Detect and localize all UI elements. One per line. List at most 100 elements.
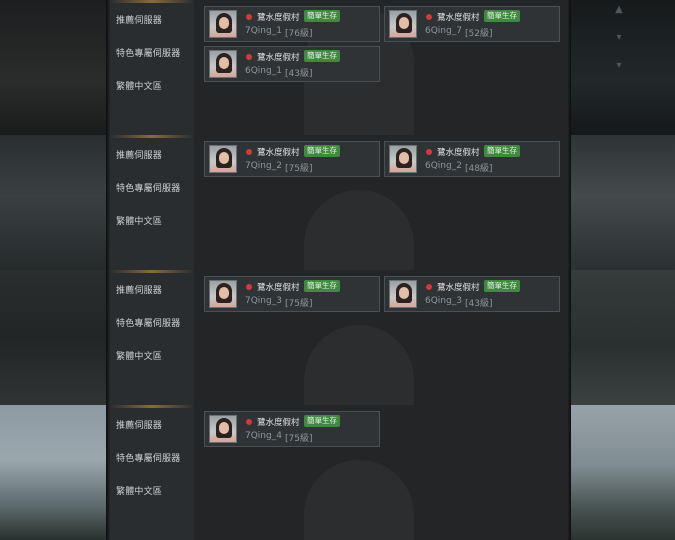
avatar-face	[219, 152, 229, 164]
character-level: [48級]	[465, 164, 493, 174]
character-name: 6Qing_1	[245, 66, 282, 76]
character-avatar-icon	[209, 145, 237, 173]
server-character-card[interactable]: 鷺水度假村 簡單生存 7Qing_1 [76級]	[204, 6, 380, 42]
sidebar-category-item[interactable]: 特色專屬伺服器	[116, 46, 194, 59]
server-panel: 推薦伺服器 特色專屬伺服器 繁體中文區 鷺水度假村 簡單生存 7Qing_1 [76級] 鷺水…	[0, 0, 675, 135]
character-level: [75級]	[285, 434, 313, 444]
sidebar-category-item[interactable]: 繁體中文區	[116, 214, 194, 227]
sidebar-accent-line	[110, 135, 194, 138]
character-avatar-icon	[389, 10, 417, 38]
status-dot-icon	[246, 419, 252, 425]
character-avatar-icon	[209, 280, 237, 308]
server-mode-badge: 簡單生存	[304, 280, 340, 292]
server-mode-badge: 簡單生存	[304, 10, 340, 22]
server-character-card[interactable]: 鷺水度假村 簡單生存 6Qing_2 [48級]	[384, 141, 560, 177]
sidebar-category-item[interactable]: 特色專屬伺服器	[116, 451, 194, 464]
chevron-down-icon: ▾	[616, 32, 622, 43]
character-level: [52級]	[465, 29, 493, 39]
background-scenery-left	[0, 405, 106, 540]
server-character-card[interactable]: 鷺水度假村 簡單生存 7Qing_4 [75級]	[204, 411, 380, 447]
character-name: 6Qing_7	[425, 26, 462, 36]
avatar-face	[399, 287, 409, 299]
background-scenery-left	[0, 0, 106, 135]
server-character-card[interactable]: 鷺水度假村 簡單生存 6Qing_7 [52級]	[384, 6, 560, 42]
character-name: 7Qing_1	[245, 26, 282, 36]
category-sidebar: 推薦伺服器特色專屬伺服器 繁體中文區	[110, 135, 194, 270]
character-name: 7Qing_2	[245, 161, 282, 171]
status-dot-icon	[246, 284, 252, 290]
character-name: 6Qing_2	[425, 161, 462, 171]
avatar-face	[219, 422, 229, 434]
server-panel: 推薦伺服器 特色專屬伺服器 繁體中文區 鷺水度假村 簡單生存 7Qing_3 [75級] 鷺水…	[0, 270, 675, 405]
background-scenery-left	[0, 270, 106, 405]
avatar-face	[219, 17, 229, 29]
character-avatar-icon	[209, 50, 237, 78]
sidebar-accent-line	[110, 0, 194, 3]
server-name: 鷺水度假村	[257, 283, 300, 293]
sidebar-category-item[interactable]: 推薦伺服器	[116, 13, 194, 26]
status-dot-icon	[426, 284, 432, 290]
sidebar-category-item[interactable]: 推薦伺服器	[116, 148, 194, 161]
chevron-down-icon: ▾	[616, 60, 622, 71]
frame-divider-right	[567, 405, 571, 540]
status-dot-icon	[426, 149, 432, 155]
sidebar-category-item[interactable]: 推薦伺服器	[116, 283, 194, 296]
background-scenery-right	[571, 270, 675, 405]
frame-divider-right	[567, 270, 571, 405]
category-sidebar: 推薦伺服器特色專屬伺服器 繁體中文區	[110, 0, 194, 135]
server-character-card[interactable]: 鷺水度假村 簡單生存 7Qing_3 [75級]	[204, 276, 380, 312]
character-level: [75級]	[285, 164, 313, 174]
status-dot-icon	[426, 14, 432, 20]
server-character-card[interactable]: 鷺水度假村 簡單生存 7Qing_2 [75級]	[204, 141, 380, 177]
server-mode-badge: 簡單生存	[304, 415, 340, 427]
background-emblem	[304, 460, 414, 540]
server-name: 鷺水度假村	[257, 148, 300, 158]
server-character-card[interactable]: 鷺水度假村 簡單生存 6Qing_1 [43級]	[204, 46, 380, 82]
sidebar-accent-line	[110, 270, 194, 273]
server-panel: 推薦伺服器 特色專屬伺服器 繁體中文區 鷺水度假村 簡單生存 7Qing_2 [75級] 鷺水…	[0, 135, 675, 270]
server-name: 鷺水度假村	[257, 53, 300, 63]
character-avatar-icon	[389, 280, 417, 308]
server-mode-badge: 簡單生存	[484, 10, 520, 22]
category-sidebar: 推薦伺服器特色專屬伺服器 繁體中文區	[110, 405, 194, 540]
character-level: [43級]	[465, 299, 493, 309]
avatar-face	[399, 17, 409, 29]
status-dot-icon	[246, 149, 252, 155]
frame-divider-right	[567, 0, 571, 135]
server-name: 鷺水度假村	[257, 418, 300, 428]
server-mode-badge: 簡單生存	[304, 145, 340, 157]
server-character-card[interactable]: 鷺水度假村 簡單生存 6Qing_3 [43級]	[384, 276, 560, 312]
sidebar-category-item[interactable]: 特色專屬伺服器	[116, 181, 194, 194]
server-name: 鷺水度假村	[437, 283, 480, 293]
sidebar-category-item[interactable]: 繁體中文區	[116, 349, 194, 362]
character-name: 6Qing_3	[425, 296, 462, 306]
background-emblem	[304, 325, 414, 405]
server-mode-badge: 簡單生存	[484, 145, 520, 157]
server-name: 鷺水度假村	[257, 13, 300, 23]
character-name: 7Qing_4	[245, 431, 282, 441]
sidebar-category-item[interactable]: 特色專屬伺服器	[116, 316, 194, 329]
character-avatar-icon	[209, 10, 237, 38]
status-dot-icon	[246, 14, 252, 20]
server-mode-badge: 簡單生存	[484, 280, 520, 292]
sidebar-category-item[interactable]: 推薦伺服器	[116, 418, 194, 431]
server-name: 鷺水度假村	[437, 148, 480, 158]
background-scenery-right	[571, 135, 675, 270]
sidebar-accent-line	[110, 405, 194, 408]
category-sidebar: 推薦伺服器特色專屬伺服器 繁體中文區	[110, 270, 194, 405]
character-avatar-icon	[209, 415, 237, 443]
avatar-face	[219, 57, 229, 69]
server-mode-badge: 簡單生存	[304, 50, 340, 62]
frame-divider-right	[567, 135, 571, 270]
avatar-face	[399, 152, 409, 164]
background-scenery-right	[571, 405, 675, 540]
sidebar-category-item[interactable]: 繁體中文區	[116, 484, 194, 497]
background-emblem	[304, 190, 414, 270]
server-panel: 推薦伺服器特色專屬伺服器 繁體中文區 鷺水度假村 簡單生存 7Qing_4 [75級]	[0, 405, 675, 540]
server-name: 鷺水度假村	[437, 13, 480, 23]
background-scenery-left	[0, 135, 106, 270]
character-level: [75級]	[285, 299, 313, 309]
avatar-face	[219, 287, 229, 299]
sidebar-category-item[interactable]: 繁體中文區	[116, 79, 194, 92]
character-level: [76級]	[285, 29, 313, 39]
